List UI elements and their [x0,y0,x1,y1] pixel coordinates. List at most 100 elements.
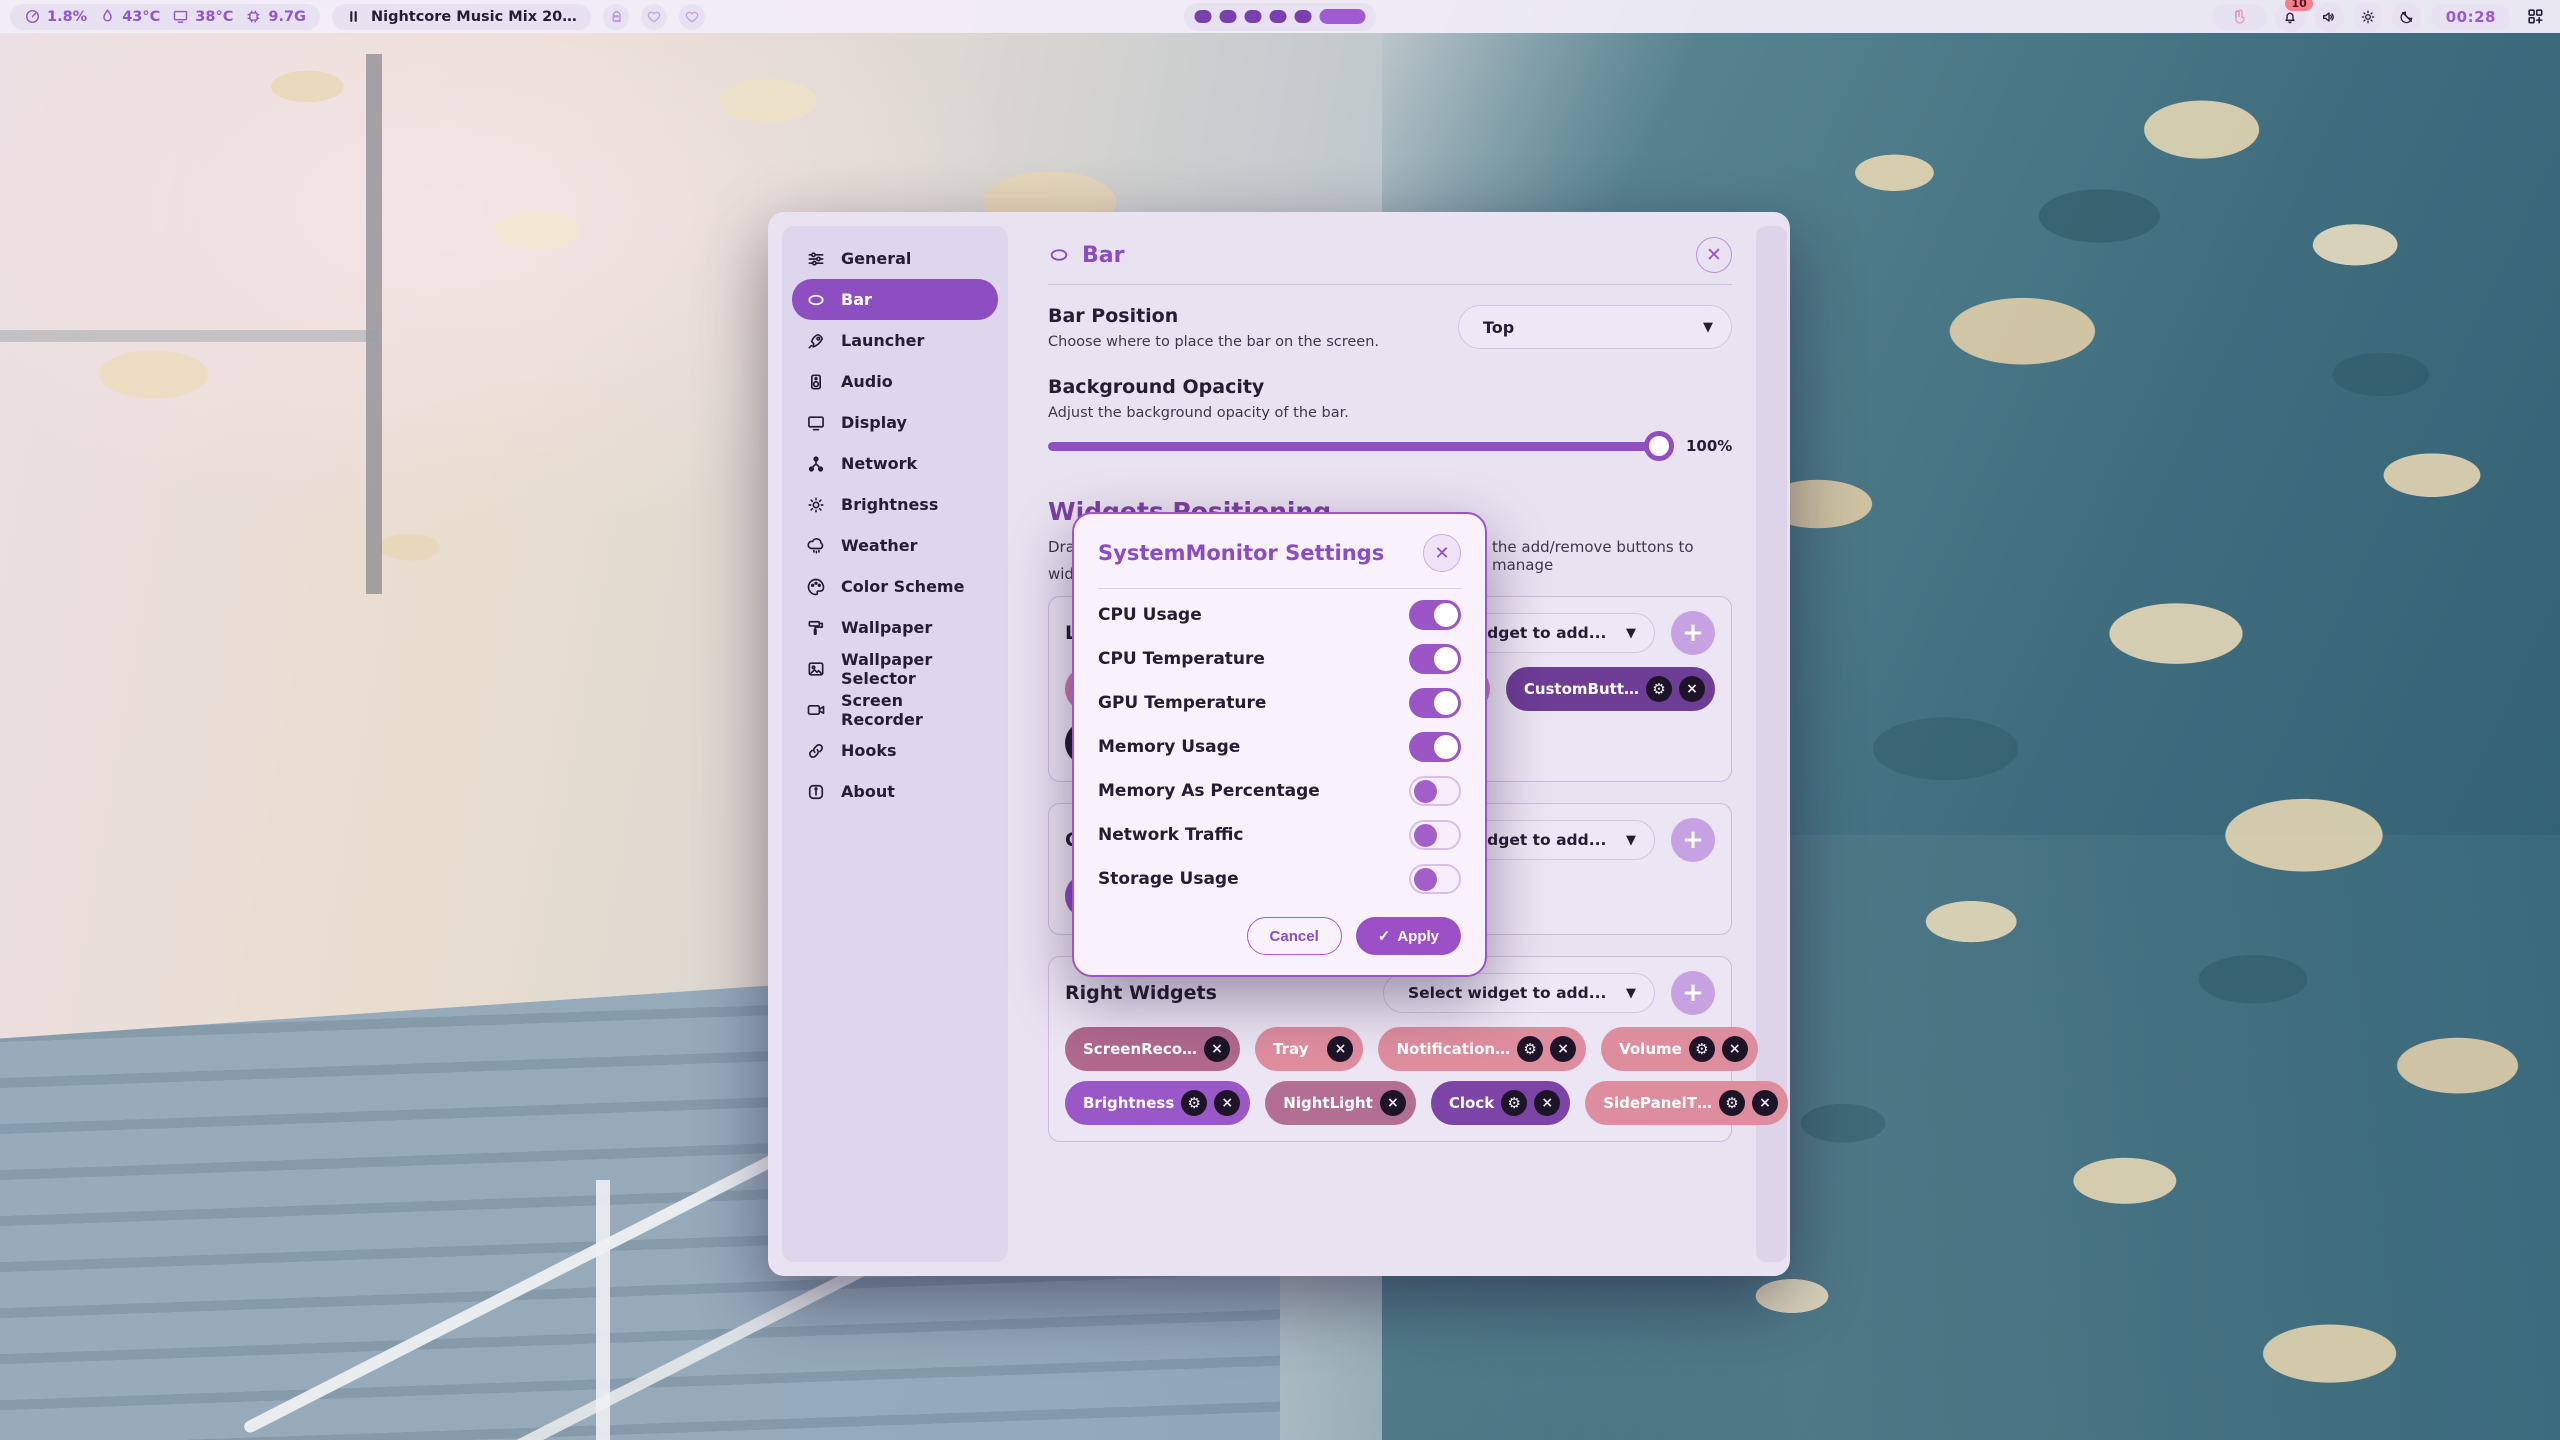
monitor-icon [172,8,189,25]
sidebar-item-wallpaper[interactable]: Wallpaper [792,607,998,648]
like-button[interactable] [679,4,705,30]
widget-chip-clock[interactable]: Clock ⚙ × [1431,1081,1570,1125]
overview-button[interactable] [2520,2,2550,32]
network-traffic-toggle[interactable] [1409,820,1461,850]
chip-remove-icon[interactable]: × [1214,1090,1240,1116]
system-stats-pill[interactable]: 1.8% 43°C 38°C 9.7G [10,4,320,30]
toggle-row-gpu-temperature: GPU Temperature [1098,681,1461,725]
widget-chip-notification[interactable]: Notification… ⚙ × [1378,1027,1586,1071]
chip-settings-icon[interactable]: ⚙ [1689,1036,1715,1062]
chip-remove-icon[interactable]: × [1380,1090,1406,1116]
widget-chip-screenrecorder[interactable]: ScreenReco… × [1065,1027,1240,1071]
clock-pill[interactable]: 00:28 [2431,4,2511,30]
workspace-dot[interactable] [1295,10,1312,23]
gpu-temp-stat: 38°C [172,8,233,25]
modal-close-button[interactable]: ✕ [1423,534,1461,572]
workspace-dot[interactable] [1245,10,1262,23]
workspace-dot[interactable] [1195,10,1212,23]
sidebar-item-general[interactable]: General [792,238,998,279]
video-camera-icon [806,700,826,720]
workspace-dot[interactable] [1220,10,1237,23]
chip-label: CustomButt… [1524,680,1639,698]
brightness-button[interactable] [2353,2,2383,32]
sidebar-item-wallpaper-selector[interactable]: Wallpaper Selector [792,648,998,689]
chip-settings-icon[interactable]: ⚙ [1719,1090,1745,1116]
background-opacity-slider[interactable] [1048,442,1672,451]
slider-thumb[interactable] [1644,431,1674,461]
widget-chip-brightness[interactable]: Brightness ⚙ × [1065,1081,1250,1125]
bar-position-dropdown[interactable]: Top ▼ [1458,305,1732,349]
chip-remove-icon[interactable]: × [1534,1090,1560,1116]
sidebar-item-launcher[interactable]: Launcher [792,320,998,361]
widget-chip-volume[interactable]: Volume ⚙ × [1601,1027,1758,1071]
sidebar-item-bar[interactable]: Bar [792,279,998,320]
sidebar-item-about[interactable]: About [792,771,998,812]
section-label: Right Widgets [1065,982,1383,1004]
sidebar-item-brightness[interactable]: Brightness [792,484,998,525]
right-widget-add-dropdown[interactable]: Select widget to add... ▼ [1383,973,1655,1013]
memory-as-percentage-toggle[interactable] [1409,776,1461,806]
workspace-dot-active[interactable] [1320,9,1366,24]
window-close-button[interactable]: ✕ [1696,237,1732,273]
chip-remove-icon[interactable]: × [1679,676,1705,702]
chip-label: SidePanelT… [1603,1094,1712,1112]
chip-remove-icon[interactable]: × [1752,1090,1778,1116]
modal-title: SystemMonitor Settings [1098,541,1384,565]
gpu-temperature-toggle[interactable] [1409,688,1461,718]
sidebar-item-label: About [841,782,895,801]
speaker-box-icon [806,372,826,392]
cpu-temp-stat: 43°C [99,8,160,25]
sidebar-item-screen-recorder[interactable]: Screen Recorder [792,689,998,730]
volume-button[interactable] [2314,2,2344,32]
toggle-knob [1434,603,1458,627]
favorite-button[interactable] [641,4,667,30]
palette-icon [806,577,826,597]
cancel-button[interactable]: Cancel [1247,917,1342,955]
chip-remove-icon[interactable]: × [1722,1036,1748,1062]
chip-label: NightLight [1283,1094,1373,1112]
night-light-button[interactable] [2392,2,2422,32]
widget-chip-nightlight[interactable]: NightLight × [1265,1081,1416,1125]
cpu-usage-toggle[interactable] [1409,600,1461,630]
sidebar-item-weather[interactable]: Weather [792,525,998,566]
chip-remove-icon[interactable]: × [1327,1036,1353,1062]
widget-chip-sidepanel[interactable]: SidePanelT… ⚙ × [1585,1081,1788,1125]
heart-icon [684,9,700,25]
toggle-row-memory-as-percentage: Memory As Percentage [1098,769,1461,813]
workspace-dot[interactable] [1270,10,1287,23]
memory-usage-toggle[interactable] [1409,732,1461,762]
storage-usage-toggle[interactable] [1409,864,1461,894]
add-widget-button[interactable]: + [1671,818,1715,862]
add-widget-button[interactable]: + [1671,611,1715,655]
chip-remove-icon[interactable]: × [1204,1036,1230,1062]
chip-settings-icon[interactable]: ⚙ [1517,1036,1543,1062]
paint-roller-icon [806,618,826,638]
sidebar-item-label: Brightness [841,495,938,514]
chip-remove-icon[interactable]: × [1550,1036,1576,1062]
sidebar-item-color-scheme[interactable]: Color Scheme [792,566,998,607]
chip-label: Brightness [1083,1094,1174,1112]
sidebar-item-hooks[interactable]: Hooks [792,730,998,771]
settings-sidebar: General Bar Launcher Audio Display Netwo… [782,226,1008,1262]
add-widget-button[interactable]: + [1671,971,1715,1015]
cpu-temperature-toggle[interactable] [1409,644,1461,674]
toggle-knob [1414,824,1437,847]
background-opacity-row: Background Opacity Adjust the background… [1048,376,1732,455]
sidebar-item-network[interactable]: Network [792,443,998,484]
tray-app-button[interactable] [2212,4,2266,30]
apply-button[interactable]: ✓ Apply [1356,917,1461,955]
media-title: Nightcore Music Mix 20… [371,9,577,25]
toggle-label: Memory Usage [1098,737,1240,757]
sidebar-item-audio[interactable]: Audio [792,361,998,402]
cpu-usage-value: 1.8% [47,9,87,25]
right-widgets-section: Right Widgets Select widget to add... ▼ … [1048,956,1732,1142]
sidebar-item-display[interactable]: Display [792,402,998,443]
widget-chip-tray[interactable]: Tray × [1255,1027,1363,1071]
media-player-pill[interactable]: Nightcore Music Mix 20… [332,4,591,30]
chip-settings-icon[interactable]: ⚙ [1646,676,1672,702]
monitor-icon [806,413,826,433]
mascot-button[interactable] [603,4,629,30]
chip-settings-icon[interactable]: ⚙ [1181,1090,1207,1116]
chip-settings-icon[interactable]: ⚙ [1501,1090,1527,1116]
widget-chip-custombutton[interactable]: CustomButt… ⚙ × [1506,667,1715,711]
